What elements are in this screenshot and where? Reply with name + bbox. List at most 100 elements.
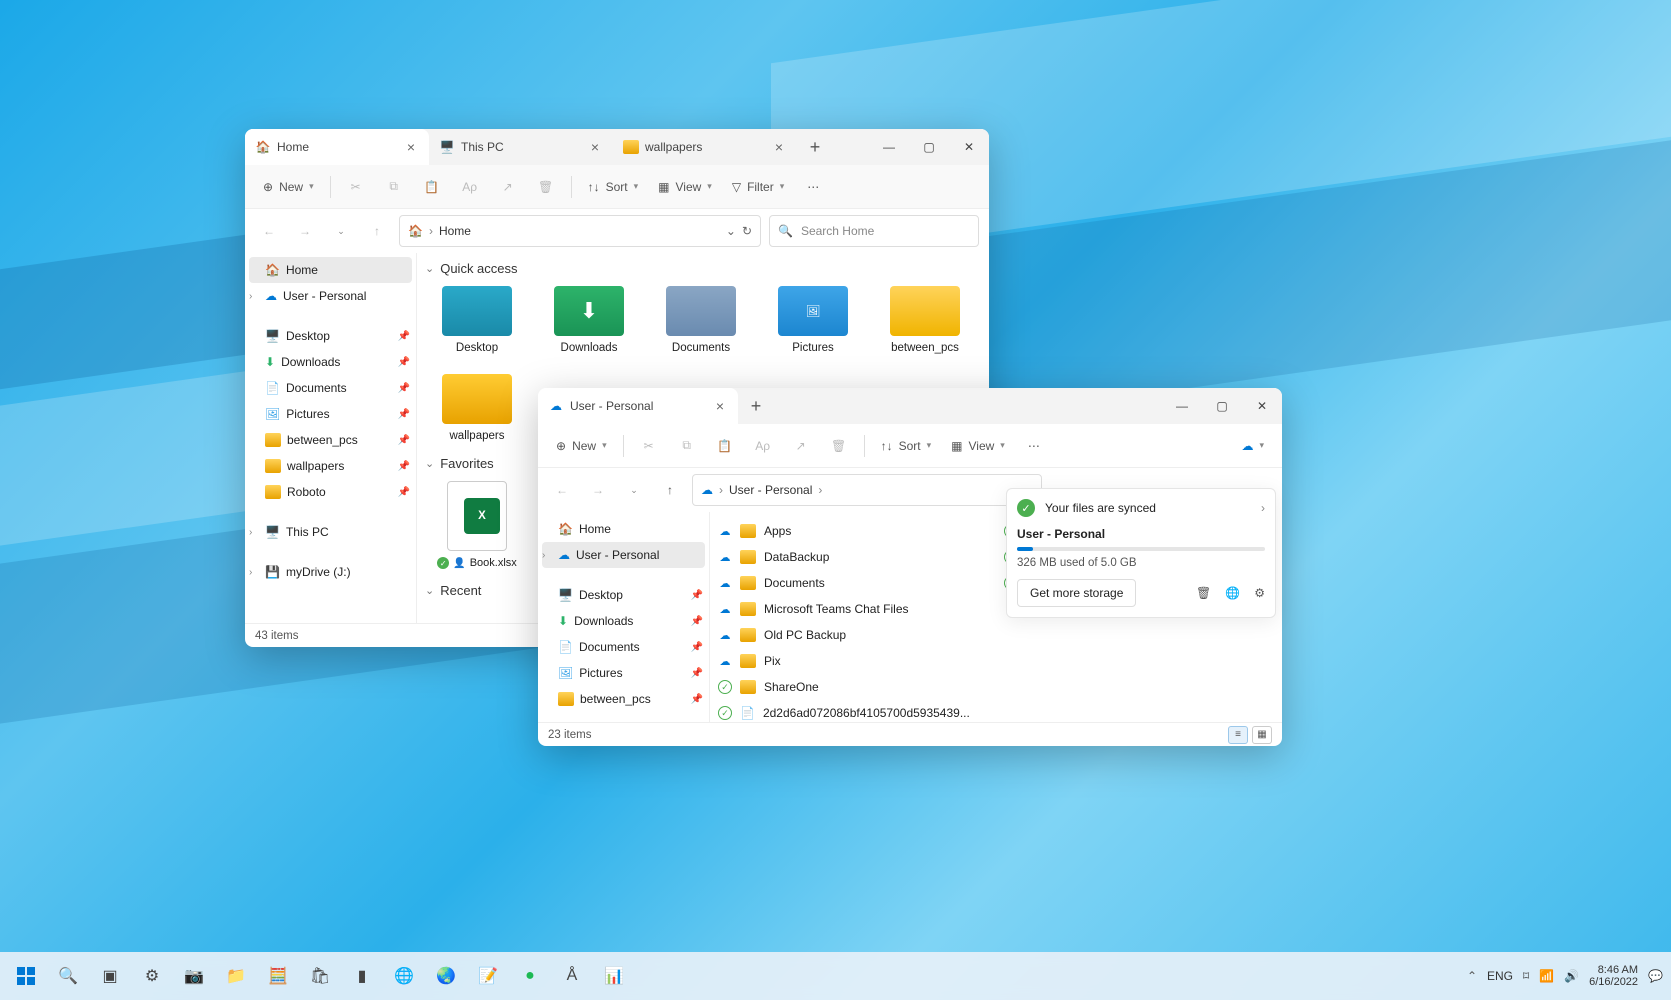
back-button[interactable]: ← [548, 476, 576, 504]
settings-icon[interactable]: ⚙ [1254, 586, 1265, 600]
tile-book-xlsx[interactable]: X ✓ 👤 Book.xlsx [431, 481, 523, 569]
sidebar-item-desktop[interactable]: 🖥️ Desktop 📌 [245, 323, 416, 349]
tile-pictures[interactable]: 🖼 Pictures [767, 286, 859, 354]
view-tiles-button[interactable]: ▦ [1252, 726, 1272, 744]
maximize-button[interactable]: ▢ [1202, 388, 1242, 424]
tab-close-icon[interactable]: × [712, 398, 728, 414]
chevron-right-icon[interactable]: › [249, 567, 252, 578]
tab-thispc[interactable]: 🖥️ This PC × [429, 129, 613, 165]
sidebar-item-between-pcs[interactable]: between_pcs 📌 [538, 686, 709, 712]
tile-between-pcs[interactable]: between_pcs [879, 286, 971, 354]
spotify-app-icon[interactable]: ● [512, 958, 548, 994]
breadcrumb[interactable]: Home [439, 224, 471, 238]
sidebar-item-pictures[interactable]: 🖼 Pictures 📌 [538, 660, 709, 686]
cast-icon[interactable]: ⌑ [1523, 969, 1529, 983]
forward-button[interactable]: → [291, 217, 319, 245]
terminal-app-icon[interactable]: ▮ [344, 958, 380, 994]
more-button[interactable]: ⋯ [796, 172, 830, 202]
taskbar[interactable]: 🔍 ▣ ⚙ 📷 📁 🧮 🛍 ▮ 🌐 🌏 📝 ● Å 📊 ⌃ ENG ⌑ 📶 🔊 … [0, 952, 1671, 1000]
titlebar[interactable]: ☁ User - Personal × + ― ▢ ✕ [538, 388, 1282, 424]
tile-documents[interactable]: Documents [655, 286, 747, 354]
sort-button[interactable]: ↑↓ Sort ▾ [580, 172, 647, 202]
list-item[interactable]: ✓ ShareOne [710, 674, 996, 700]
up-button[interactable]: ↑ [363, 217, 391, 245]
delete-button[interactable]: 🗑 [529, 172, 563, 202]
list-item[interactable]: ☁ DataBackup [710, 544, 996, 570]
notepad-app-icon[interactable]: 📝 [470, 958, 506, 994]
sidebar-item-user-personal[interactable]: › ☁ User - Personal [542, 542, 705, 568]
chevron-right-icon[interactable]: › [249, 291, 252, 302]
forward-button[interactable]: → [584, 476, 612, 504]
rename-button[interactable]: Aρ [746, 431, 780, 461]
maximize-button[interactable]: ▢ [909, 129, 949, 165]
sort-button[interactable]: ↑↓ Sort ▾ [873, 431, 940, 461]
tab-close-icon[interactable]: × [403, 139, 419, 155]
app-icon[interactable]: Å [554, 958, 590, 994]
new-button[interactable]: ⊕ New ▾ [255, 172, 322, 202]
tab-add-button[interactable]: + [797, 129, 833, 165]
web-icon[interactable]: 🌐 [1225, 586, 1240, 600]
recycle-bin-icon[interactable]: 🗑 [1196, 586, 1211, 600]
sidebar-item-wallpapers[interactable]: wallpapers 📌 [245, 453, 416, 479]
sidebar-item-pictures[interactable]: 🖼 Pictures 📌 [245, 401, 416, 427]
sidebar-item-home[interactable]: 🏠 Home [249, 257, 412, 283]
minimize-button[interactable]: ― [869, 129, 909, 165]
tile-desktop[interactable]: Desktop [431, 286, 523, 354]
rename-button[interactable]: Aρ [453, 172, 487, 202]
taskview-button[interactable]: ▣ [92, 958, 128, 994]
list-item[interactable]: ☁ Microsoft Teams Chat Files [710, 596, 996, 622]
sidebar-item-thispc[interactable]: › 🖥️ This PC [245, 519, 416, 545]
recent-dropdown[interactable]: ⌄ [620, 476, 648, 504]
search-button[interactable]: 🔍 [50, 958, 86, 994]
cut-button[interactable]: ✂ [339, 172, 373, 202]
titlebar[interactable]: 🏠 Home × 🖥️ This PC × wallpapers × + ― ▢… [245, 129, 989, 165]
list-item[interactable]: ☁ Old PC Backup [710, 622, 996, 648]
minimize-button[interactable]: ― [1162, 388, 1202, 424]
tile-downloads[interactable]: ⬇ Downloads [543, 286, 635, 354]
cut-button[interactable]: ✂ [632, 431, 666, 461]
tab-wallpapers[interactable]: wallpapers × [613, 129, 797, 165]
close-button[interactable]: ✕ [1242, 388, 1282, 424]
new-button[interactable]: ⊕ New ▾ [548, 431, 615, 461]
up-button[interactable]: ↑ [656, 476, 684, 504]
sidebar-item-documents[interactable]: 📄 Documents 📌 [245, 375, 416, 401]
onedrive-status-button[interactable]: ☁ ▾ [1233, 431, 1272, 461]
start-button[interactable] [8, 958, 44, 994]
chevron-right-icon[interactable]: › [1261, 501, 1265, 515]
get-more-storage-button[interactable]: Get more storage [1017, 579, 1136, 607]
paste-button[interactable]: 📋 [708, 431, 742, 461]
volume-icon[interactable]: 🔊 [1564, 969, 1579, 983]
sidebar-item-mydrive[interactable]: › 💾 myDrive (J:) [245, 559, 416, 585]
view-button[interactable]: ▦ View ▾ [943, 431, 1013, 461]
list-item[interactable]: ☁ Apps [710, 518, 996, 544]
sidebar-item-desktop[interactable]: 🖥️ Desktop 📌 [538, 582, 709, 608]
sidebar-item-home[interactable]: 🏠 Home [538, 516, 709, 542]
app-icon[interactable]: 📊 [596, 958, 632, 994]
delete-button[interactable]: 🗑 [822, 431, 856, 461]
share-button[interactable]: ↗ [491, 172, 525, 202]
search-input[interactable]: 🔍 Search Home [769, 215, 979, 247]
share-button[interactable]: ↗ [784, 431, 818, 461]
more-button[interactable]: ⋯ [1017, 431, 1051, 461]
file-explorer-icon[interactable]: 📁 [218, 958, 254, 994]
list-item[interactable]: ☁ Documents [710, 570, 996, 596]
chevron-right-icon[interactable]: › [542, 550, 545, 561]
close-button[interactable]: ✕ [949, 129, 989, 165]
wifi-icon[interactable]: 📶 [1539, 969, 1554, 983]
paste-button[interactable]: 📋 [415, 172, 449, 202]
tile-wallpapers[interactable]: wallpapers [431, 374, 523, 442]
list-item[interactable]: ☁ Pix [710, 648, 996, 674]
calculator-app-icon[interactable]: 🧮 [260, 958, 296, 994]
tab-add-button[interactable]: + [738, 388, 774, 424]
copy-button[interactable]: ⧉ [670, 431, 704, 461]
settings-app-icon[interactable]: ⚙ [134, 958, 170, 994]
edge-app-icon[interactable]: 🌐 [386, 958, 422, 994]
chevron-down-icon[interactable]: ⌄ [726, 224, 736, 238]
address-bar[interactable]: 🏠 › Home ⌄ ↻ [399, 215, 761, 247]
refresh-button[interactable]: ↻ [742, 224, 752, 238]
view-details-button[interactable]: ≡ [1228, 726, 1248, 744]
sidebar-item-documents[interactable]: 📄 Documents 📌 [538, 634, 709, 660]
sidebar-item-between-pcs[interactable]: between_pcs 📌 [245, 427, 416, 453]
back-button[interactable]: ← [255, 217, 283, 245]
edge-dev-app-icon[interactable]: 🌏 [428, 958, 464, 994]
